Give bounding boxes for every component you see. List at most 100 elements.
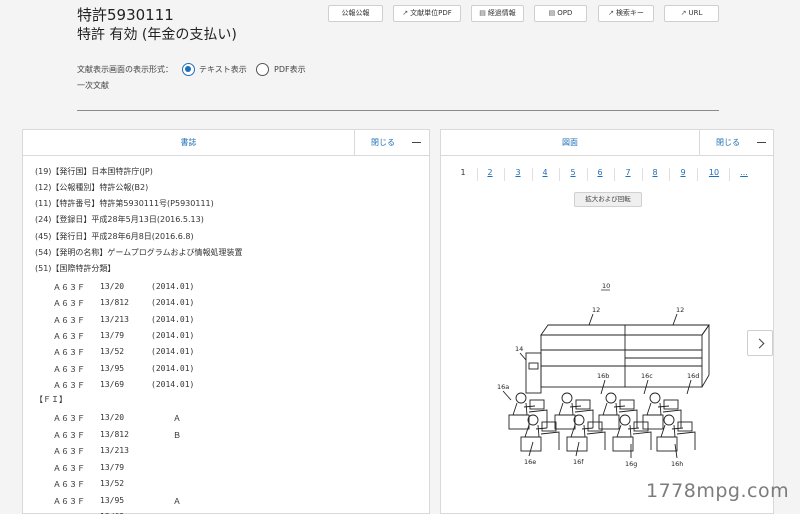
ipc-cls: Ａ６３Ｆ	[53, 283, 85, 292]
external-link-icon: ↗	[608, 9, 614, 17]
page-separator	[697, 168, 698, 181]
minimize-icon	[412, 142, 421, 143]
zoom-rotate-button[interactable]: 拡大および回転	[574, 192, 642, 207]
fi-code: 13/79	[100, 462, 125, 472]
search-key-button-label: 検索キー	[615, 9, 644, 17]
history-button[interactable]: ▤ 経過情報	[471, 5, 524, 22]
biblio-line: (45)【発行日】平成28年6月8日(2016.6.8)	[35, 232, 194, 241]
figure-panel-header: 図面 閉じる	[441, 130, 773, 156]
patent-number: 特許5930111	[77, 6, 174, 24]
page-separator	[614, 168, 615, 181]
page-link[interactable]: 10	[707, 166, 721, 184]
biblio-line: (11)【特許番号】特許第5930111号(P5930111)	[35, 199, 214, 208]
fi-cls: Ａ６３Ｆ	[53, 430, 85, 440]
text-display-label[interactable]: テキスト表示	[199, 63, 247, 76]
close-label: 閉じる	[371, 138, 395, 147]
ipc-date: (2014.01)	[151, 363, 195, 373]
page-separator	[559, 168, 560, 181]
divider	[77, 110, 719, 111]
next-figure-button[interactable]	[747, 330, 773, 356]
url-button[interactable]: ↗ URL	[664, 5, 719, 22]
ipc-cls: Ａ６３Ｆ	[53, 364, 85, 374]
bibliography-panel: 書誌 閉じる (19)【発行国】日本国特許庁(JP) (12)【公報種別】特許公…	[22, 129, 430, 514]
ipc-date: (2014.01)	[151, 282, 195, 291]
external-link-icon: ↗	[680, 9, 687, 17]
display-format-selector: 文献表示画面の表示形式： テキスト表示 PDF表示	[77, 63, 317, 76]
drawing-label: 16a	[497, 383, 509, 391]
biblio-line: (19)【発行国】日本国特許庁(JP)	[35, 167, 153, 176]
biblio-line: (12)【公報種別】特許公報(B2)	[35, 183, 149, 192]
page-link[interactable]: 8	[650, 166, 660, 184]
pdf-display-radio[interactable]	[256, 63, 269, 76]
gazette-button[interactable]: 公報公報	[328, 5, 383, 22]
document-toolbar: 公報公報 ↗ 文献単位PDF ▤ 経過情報 ▤ OPD ↗ 検索キー ↗ URL	[328, 5, 719, 22]
figure-pager: 1 2 3 4 5 6 7 8 9 10...	[458, 166, 778, 184]
watermark: 1778mpg.com	[646, 480, 790, 502]
page-separator	[532, 168, 533, 181]
biblio-line: (54)【発明の名称】ゲームプログラムおよび情報処理装置	[35, 248, 243, 257]
figure-close-button[interactable]: 閉じる	[699, 130, 774, 155]
page-link[interactable]: 4	[540, 166, 550, 184]
bibliography-close-button[interactable]: 閉じる	[354, 130, 429, 155]
text-display-radio[interactable]	[182, 63, 195, 76]
page-link[interactable]: ...	[739, 166, 749, 184]
close-label: 閉じる	[716, 138, 740, 147]
drawing-label: 14	[515, 345, 523, 353]
ipc-code: 13/213	[100, 314, 129, 324]
patent-drawing: 10 12 12 14 16a 16b 16c 16d 16e 16f 16g …	[497, 282, 710, 468]
ipc-cls: Ａ６３Ｆ	[53, 348, 85, 358]
page-link[interactable]: 2	[485, 166, 495, 184]
biblio-line: (51)【国際特許分類】	[35, 264, 116, 273]
fi-heading: 【ＦＩ】	[35, 395, 67, 404]
fi-code: 13/20	[100, 413, 125, 422]
ipc-date: (2014.01)	[151, 314, 195, 324]
ipc-date: (2014.01)	[151, 379, 195, 389]
external-link-icon: ↗	[402, 9, 409, 17]
pdf-display-label[interactable]: PDF表示	[274, 63, 306, 76]
ipc-date: (2014.01)	[151, 347, 195, 357]
figure-panel-title: 図面	[562, 138, 578, 147]
page-link[interactable]: 9	[678, 166, 688, 184]
ipc-code: 13/79	[100, 330, 125, 340]
url-button-label: URL	[688, 9, 703, 17]
fi-suffix: Ｂ	[173, 430, 181, 440]
fi-suffix: Ａ	[173, 496, 181, 506]
ipc-cls: Ａ６３Ｆ	[53, 315, 85, 325]
ipc-code: 13/52	[100, 347, 125, 357]
doc-pdf-button-label: 文献単位PDF	[410, 9, 452, 17]
page-separator	[642, 168, 643, 181]
page-link[interactable]: 3	[513, 166, 523, 184]
opd-button-label: OPD	[557, 9, 573, 17]
fi-cls: Ａ６３Ｆ	[53, 447, 85, 456]
page-link[interactable]: 5	[568, 166, 578, 184]
drawing-label: 16f	[573, 458, 584, 466]
bibliography-panel-header: 書誌 閉じる	[23, 130, 429, 156]
gazette-button-label: 公報公報	[341, 9, 370, 17]
page-link[interactable]: 7	[623, 166, 633, 184]
document-icon: ▤	[548, 9, 556, 17]
page-separator	[729, 168, 730, 181]
doc-pdf-button[interactable]: ↗ 文献単位PDF	[393, 5, 461, 22]
page-separator	[504, 168, 505, 181]
drawing-label: 16e	[524, 458, 536, 466]
minimize-icon	[757, 142, 766, 143]
drawing-label: 16d	[687, 372, 699, 380]
drawing-label: 16c	[641, 372, 653, 380]
ipc-cls: Ａ６３Ｆ	[53, 299, 85, 309]
page-separator	[669, 168, 670, 181]
ipc-code: 13/95	[100, 363, 125, 373]
history-button-label: 経過情報	[487, 9, 516, 17]
document-icon: ▤	[479, 9, 486, 17]
ipc-code: 13/20	[100, 282, 125, 291]
fi-suffix: Ａ	[173, 414, 181, 423]
patent-status: 特許 有効 (年金の支払い)	[77, 27, 237, 43]
opd-button[interactable]: ▤ OPD	[534, 5, 587, 22]
fi-code: 13/52	[100, 479, 125, 488]
fi-cls: Ａ６３Ｆ	[53, 480, 85, 489]
drawing-label: 12	[592, 306, 600, 314]
page-link[interactable]: 1	[458, 166, 468, 184]
page-link[interactable]: 6	[595, 166, 605, 184]
ipc-code: 13/69	[100, 379, 125, 389]
search-key-button[interactable]: ↗ 検索キー	[598, 5, 654, 22]
fi-code: 13/213	[100, 446, 129, 455]
